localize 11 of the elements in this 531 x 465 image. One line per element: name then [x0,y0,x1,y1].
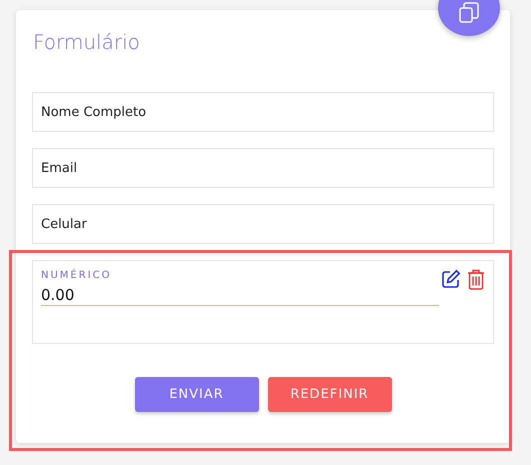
submit-button[interactable]: ENVIAR [134,377,258,412]
field-label: NUMÉRICO [41,269,112,283]
form-title: Formulário [33,30,141,54]
copy-icon [458,2,480,24]
text-field[interactable]: Celular [32,204,494,244]
reset-button[interactable]: REDEFINIR [268,377,392,412]
edit-icon[interactable] [441,269,461,289]
text-field[interactable]: Nome Completo [32,92,494,132]
numeric-input[interactable]: 0.00 [41,285,439,306]
delete-icon[interactable] [467,269,485,290]
text-field[interactable]: Email [32,148,494,188]
